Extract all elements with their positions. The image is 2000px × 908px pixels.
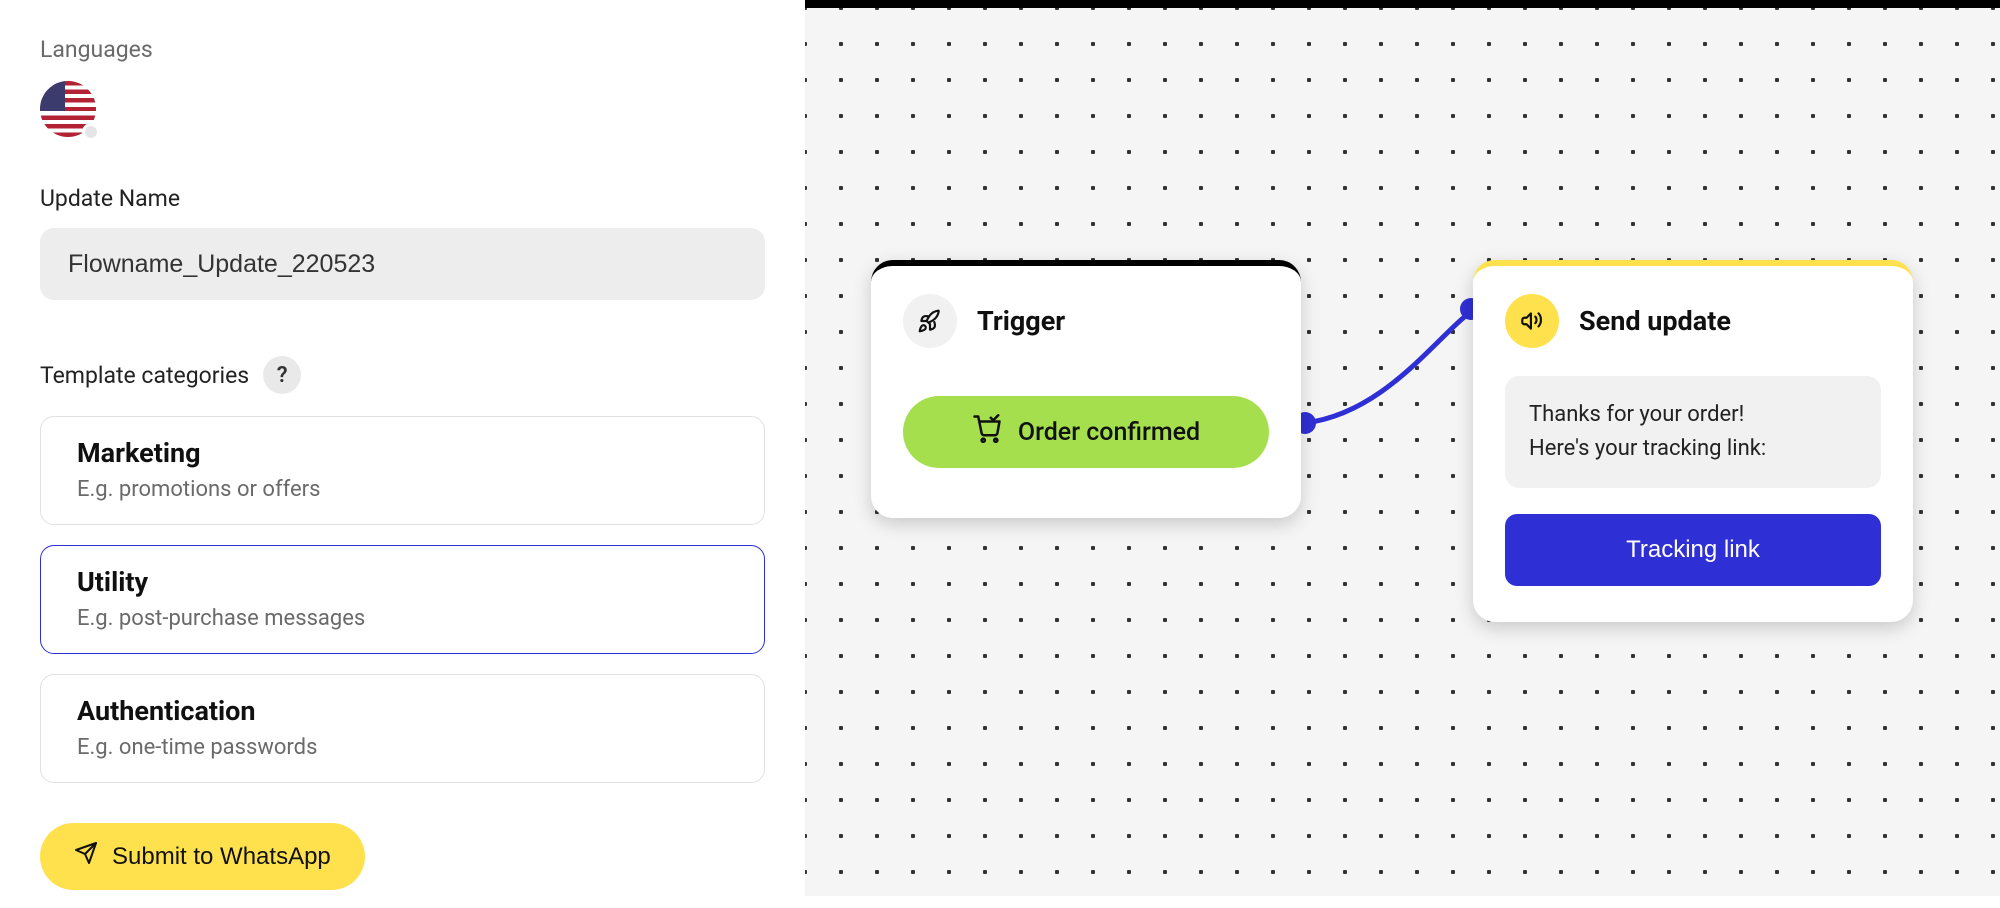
language-status-dot (82, 123, 100, 141)
flow-node-trigger[interactable]: Trigger Order confirmed (871, 260, 1301, 518)
help-icon[interactable]: ? (263, 356, 301, 394)
message-preview: Thanks for your order! Here's your track… (1505, 376, 1881, 488)
category-title: Authentication (77, 695, 728, 727)
flow-canvas[interactable]: Trigger Order confirmed (805, 0, 2000, 896)
trigger-node-title: Trigger (977, 305, 1065, 337)
category-list: Marketing E.g. promotions or offers Util… (40, 416, 765, 783)
update-name-label: Update Name (40, 185, 765, 212)
submit-to-whatsapp-button[interactable]: Submit to WhatsApp (40, 823, 365, 890)
languages-label: Languages (40, 36, 765, 63)
trigger-event-label: Order confirmed (1018, 418, 1200, 447)
category-title: Marketing (77, 437, 728, 469)
send-node-title: Send update (1579, 305, 1731, 337)
paper-plane-icon (74, 841, 98, 872)
category-card-authentication[interactable]: Authentication E.g. one-time passwords (40, 674, 765, 783)
settings-panel: Languages Update Name Template categorie… (0, 0, 805, 896)
category-desc: E.g. post-purchase messages (77, 606, 728, 631)
rocket-icon (903, 294, 957, 348)
tracking-link-button[interactable]: Tracking link (1505, 514, 1881, 586)
message-line: Here's your tracking link: (1529, 432, 1857, 466)
message-line: Thanks for your order! (1529, 398, 1857, 432)
flow-node-send-update[interactable]: Send update Thanks for your order! Here'… (1473, 260, 1913, 622)
category-card-utility[interactable]: Utility E.g. post-purchase messages (40, 545, 765, 654)
template-categories-label: Template categories (40, 362, 249, 389)
update-name-input[interactable] (40, 228, 765, 300)
category-desc: E.g. promotions or offers (77, 477, 728, 502)
megaphone-icon (1505, 294, 1559, 348)
language-selector[interactable] (40, 81, 96, 137)
category-card-marketing[interactable]: Marketing E.g. promotions or offers (40, 416, 765, 525)
category-title: Utility (77, 566, 728, 598)
cart-check-icon (972, 414, 1002, 451)
category-desc: E.g. one-time passwords (77, 735, 728, 760)
trigger-event-pill[interactable]: Order confirmed (903, 396, 1269, 468)
submit-button-label: Submit to WhatsApp (112, 843, 331, 871)
